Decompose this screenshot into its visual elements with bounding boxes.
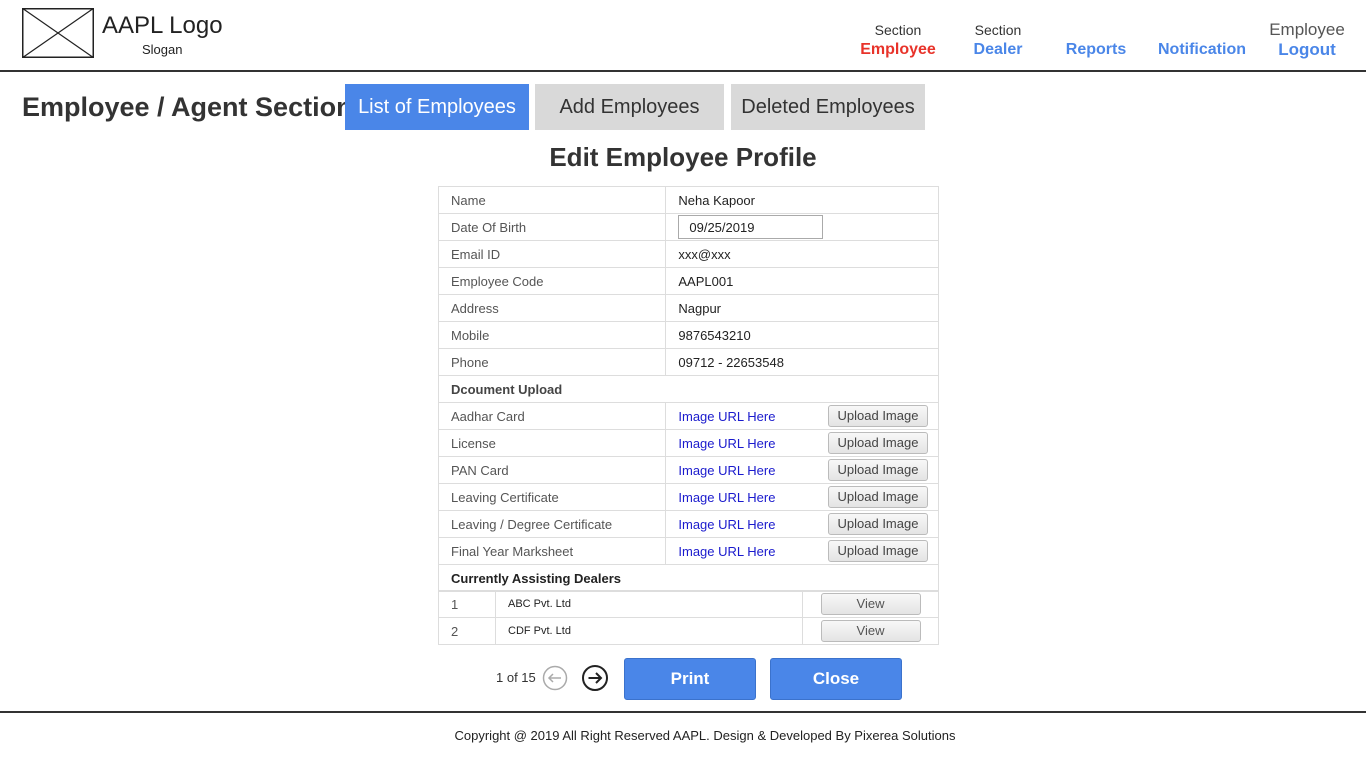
nav-section-employee[interactable]: Section Employee: [858, 22, 938, 62]
table-row: Mobile 9876543210: [437, 321, 939, 349]
document-label: License: [437, 429, 667, 457]
arrow-left-circle-icon[interactable]: [542, 665, 568, 691]
dealer-name: ABC Pvt. Ltd: [495, 590, 803, 618]
close-button[interactable]: Close: [770, 658, 902, 700]
user-label: Employee: [1269, 20, 1345, 39]
nav-reports[interactable]: Reports: [1056, 22, 1136, 62]
upload-cell: Upload Image: [815, 456, 940, 484]
table-row: Employee Code AAPL001: [437, 267, 939, 295]
field-label: Email ID: [437, 240, 667, 268]
table-row: Final Year Marksheet Image URL Here Uplo…: [437, 537, 940, 565]
upload-cell: Upload Image: [815, 402, 940, 430]
profile-table: Name Neha Kapoor Date Of Birth Email ID …: [437, 186, 940, 592]
table-row: Name Neha Kapoor: [437, 186, 939, 214]
table-row: Email ID xxx@xxx: [437, 240, 939, 268]
field-label: Phone: [437, 348, 667, 376]
nav-notification[interactable]: Notification: [1150, 22, 1254, 62]
field-value: xxx@xxx: [665, 240, 939, 268]
field-value-cell: [665, 213, 939, 241]
upload-image-button[interactable]: Upload Image: [828, 540, 928, 562]
image-url-link[interactable]: Image URL Here: [665, 429, 816, 457]
table-row: Date Of Birth: [437, 213, 939, 241]
section-title: Employee / Agent Section: [22, 92, 353, 122]
nav-sub-label: Section: [874, 22, 922, 38]
field-value: AAPL001: [665, 267, 939, 295]
field-label: Address: [437, 294, 667, 322]
dealer-action-cell: View: [802, 617, 939, 645]
table-row: 2 CDF Pvt. Ltd View: [438, 617, 939, 645]
nav-label: Dealer: [973, 41, 1023, 58]
table-row: Phone 09712 - 22653548: [437, 348, 939, 376]
form-title: Edit Employee Profile: [549, 142, 817, 172]
document-label: Aadhar Card: [437, 402, 667, 430]
tab-deleted-employees[interactable]: Deleted Employees: [731, 84, 925, 130]
nav-label: Employee: [860, 41, 936, 58]
logout-link[interactable]: Logout: [1262, 40, 1352, 60]
table-row: Leaving Certificate Image URL Here Uploa…: [437, 483, 940, 511]
dealer-number: 1: [438, 590, 496, 618]
field-value: 09712 - 22653548: [665, 348, 939, 376]
nav-sub-label: [1150, 22, 1254, 38]
header: AAPL Logo Slogan Section Employee Sectio…: [0, 0, 1366, 72]
image-url-link[interactable]: Image URL Here: [665, 402, 816, 430]
pager-text: 1 of 15: [496, 670, 536, 685]
document-label: PAN Card: [437, 456, 667, 484]
footer-divider: [0, 711, 1366, 713]
upload-cell: Upload Image: [815, 510, 940, 538]
upload-image-button[interactable]: Upload Image: [828, 513, 928, 535]
footer-copyright: Copyright @ 2019 All Right Reserved AAPL…: [454, 728, 956, 743]
image-url-link[interactable]: Image URL Here: [665, 483, 816, 511]
user-menu: Employee Logout: [1262, 20, 1352, 60]
table-row: PAN Card Image URL Here Upload Image: [437, 456, 940, 484]
nav-section-dealer[interactable]: Section Dealer: [958, 22, 1038, 62]
upload-image-button[interactable]: Upload Image: [828, 405, 928, 427]
documents-heading: Dcoument Upload: [438, 375, 939, 403]
table-row: Leaving / Degree Certificate Image URL H…: [437, 510, 940, 538]
image-url-link[interactable]: Image URL Here: [665, 510, 816, 538]
slogan: Slogan: [142, 42, 183, 57]
table-row: Aadhar Card Image URL Here Upload Image: [437, 402, 940, 430]
field-label: Mobile: [437, 321, 667, 349]
view-button[interactable]: View: [820, 620, 921, 642]
upload-image-button[interactable]: Upload Image: [828, 459, 928, 481]
upload-cell: Upload Image: [815, 537, 940, 565]
field-value: Neha Kapoor: [665, 186, 939, 214]
logo-text[interactable]: AAPL Logo: [102, 12, 223, 40]
dealers-table: 1 ABC Pvt. Ltd View 2 CDF Pvt. Ltd View: [438, 590, 939, 645]
field-value: Nagpur: [665, 294, 939, 322]
arrow-right-circle-icon[interactable]: [581, 664, 609, 692]
document-label: Leaving / Degree Certificate: [437, 510, 667, 538]
tab-list-of-employees[interactable]: List of Employees: [345, 84, 529, 130]
logo-placeholder-icon[interactable]: [22, 8, 94, 58]
nav-sub-label: [1056, 22, 1136, 38]
field-value: 9876543210: [665, 321, 939, 349]
upload-image-button[interactable]: Upload Image: [828, 486, 928, 508]
table-row: 1 ABC Pvt. Ltd View: [438, 590, 939, 618]
dealer-number: 2: [438, 617, 496, 645]
field-label: Employee Code: [437, 267, 667, 295]
upload-image-button[interactable]: Upload Image: [828, 432, 928, 454]
upload-cell: Upload Image: [815, 483, 940, 511]
dealer-action-cell: View: [802, 590, 939, 618]
field-label: Name: [437, 186, 667, 214]
nav-label: Reports: [1065, 41, 1127, 58]
tab-add-employees[interactable]: Add Employees: [535, 84, 724, 130]
field-label: Date Of Birth: [437, 213, 667, 241]
table-row: Dcoument Upload: [438, 375, 939, 403]
view-button[interactable]: View: [820, 593, 921, 615]
table-row: Currently Assisting Dealers: [438, 564, 939, 592]
table-row: License Image URL Here Upload Image: [437, 429, 940, 457]
image-url-link[interactable]: Image URL Here: [665, 537, 816, 565]
dealer-name: CDF Pvt. Ltd: [495, 617, 803, 645]
nav-label: Notification: [1158, 41, 1246, 58]
image-url-link[interactable]: Image URL Here: [665, 456, 816, 484]
print-button[interactable]: Print: [624, 658, 756, 700]
document-label: Leaving Certificate: [437, 483, 667, 511]
nav-sub-label: Section: [974, 22, 1022, 38]
dealers-heading: Currently Assisting Dealers: [438, 564, 939, 592]
document-label: Final Year Marksheet: [437, 537, 667, 565]
table-row: Address Nagpur: [437, 294, 939, 322]
upload-cell: Upload Image: [815, 429, 940, 457]
date-of-birth-input[interactable]: [678, 215, 824, 239]
